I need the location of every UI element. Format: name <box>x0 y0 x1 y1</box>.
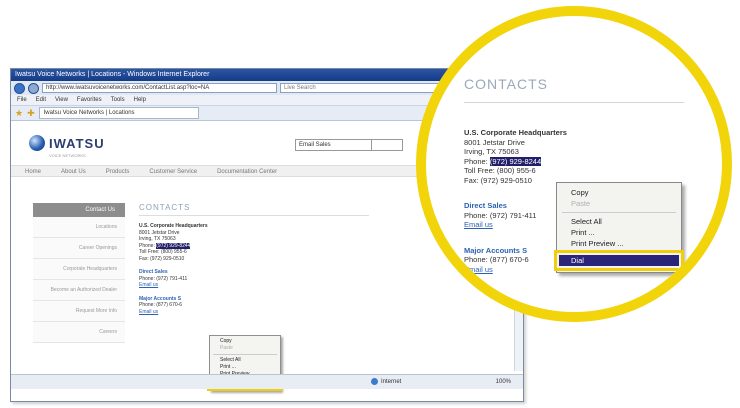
selected-phone-number[interactable]: (972) 929-8244 <box>156 242 191 249</box>
menu-favorites[interactable]: Favorites <box>77 95 102 105</box>
header-search-field[interactable] <box>371 139 403 151</box>
menu-edit[interactable]: Edit <box>36 95 46 105</box>
browser-tab[interactable]: Iwatsu Voice Networks | Locations <box>38 107 199 119</box>
magnified-tollfree: Toll Free: (800) 955-6 <box>464 166 536 175</box>
zoom-level[interactable]: 100% <box>496 375 511 389</box>
magnifier-circle: CONTACTS U.S. Corporate Headquarters 800… <box>416 6 732 322</box>
menu-file[interactable]: File <box>17 95 27 105</box>
zone-label: Internet <box>381 379 402 385</box>
menu-item-paste[interactable]: Paste <box>210 345 280 352</box>
magnified-hq-address1: 8001 Jetstar Drive <box>464 137 525 147</box>
nav-home[interactable]: Home <box>25 166 41 176</box>
menu-item-select-all[interactable]: Select All <box>210 357 280 364</box>
magnified-direct-sales[interactable]: Direct Sales <box>464 201 567 211</box>
sidebar-item-corporate-hq[interactable]: Corporate Headquarters <box>33 259 125 280</box>
menu-item-print[interactable]: Print ... <box>210 364 280 371</box>
magnified-contact-block: U.S. Corporate Headquarters 8001 Jetstar… <box>464 128 567 274</box>
forward-arrow-icon[interactable] <box>28 82 39 94</box>
magnified-menu-print-preview[interactable]: Print Preview ... <box>557 238 681 249</box>
magnified-major-phone: Phone: (877) 670-6 <box>464 255 529 264</box>
menu-item-copy[interactable]: Copy <box>210 338 280 345</box>
magnified-direct-email[interactable]: Email us <box>464 220 567 230</box>
magnified-hq-phone: Phone: (972) 929-8244 <box>464 156 567 167</box>
nav-customer-service[interactable]: Customer Service <box>149 166 197 176</box>
security-zone: Internet <box>371 375 401 389</box>
contacts-section: CONTACTS U.S. Corporate Headquarters 800… <box>139 203 379 315</box>
magnified-menu-divider <box>562 212 676 213</box>
nav-products[interactable]: Products <box>106 166 130 176</box>
phone-label: Phone: <box>139 242 157 249</box>
add-favorite-icon[interactable]: ✚ <box>27 108 35 118</box>
favorites-star-icon[interactable]: ★ <box>15 108 23 118</box>
magnified-major-email[interactable]: Email us <box>464 265 567 275</box>
magnified-page-title: CONTACTS <box>464 76 548 92</box>
menu-help[interactable]: Help <box>134 95 146 105</box>
status-bar: Internet 100% <box>11 374 523 389</box>
menu-divider <box>213 354 277 355</box>
magnified-menu-paste[interactable]: Paste <box>557 198 681 209</box>
magnified-selected-phone[interactable]: (972) 929-8244 <box>489 156 542 166</box>
sidebar-item-request-info[interactable]: Request More Info <box>33 301 125 322</box>
magnified-hq-name: U.S. Corporate Headquarters <box>464 128 567 137</box>
globe-logo-icon <box>29 135 45 151</box>
nav-documentation[interactable]: Documentation Center <box>217 166 277 176</box>
magnified-divider <box>464 102 684 103</box>
email-sales-select[interactable]: Email Sales <box>295 139 372 151</box>
magnified-menu-select-all[interactable]: Select All <box>557 216 681 227</box>
magnified-menu-print[interactable]: Print ... <box>557 227 681 238</box>
sidebar-item-become-dealer[interactable]: Become an Authorized Dealer <box>33 280 125 301</box>
magnified-fax: Fax: (972) 929-0510 <box>464 175 532 185</box>
back-arrow-icon[interactable] <box>14 82 25 94</box>
url-input[interactable]: http://www.iwatsuvoicenetworks.com/Conta… <box>42 83 277 93</box>
menu-view[interactable]: View <box>55 95 68 105</box>
logo-text: IWATSU <box>49 135 105 151</box>
internet-zone-icon <box>371 377 378 385</box>
magnified-major-accounts[interactable]: Major Accounts S <box>464 246 567 256</box>
magnified-context-menu: Copy Paste Select All Print ... Print Pr… <box>554 182 684 273</box>
site-logo[interactable]: IWATSU <box>29 135 105 151</box>
nav-about[interactable]: About Us <box>61 166 86 176</box>
magnified-direct-phone: Phone: (972) 791-411 <box>464 210 537 220</box>
sidebar-item-career-openings[interactable]: Career Openings <box>33 238 125 259</box>
magnified-menu-copy[interactable]: Copy <box>557 187 681 198</box>
magnified-menu-dial[interactable]: Dial <box>554 250 684 271</box>
menu-tools[interactable]: Tools <box>111 95 125 105</box>
sidebar-header[interactable]: Contact Us <box>33 203 125 217</box>
sidebar: Contact Us Locations Career Openings Cor… <box>33 203 125 343</box>
page-title: CONTACTS <box>139 203 369 216</box>
sidebar-item-careers[interactable]: Careers <box>33 322 125 343</box>
sidebar-item-locations[interactable]: Locations <box>33 217 125 238</box>
logo-tagline: VOICE NETWORKS <box>49 153 86 158</box>
magnified-phone-label: Phone: <box>464 156 490 166</box>
magnified-hq-address2: Irving, TX 75063 <box>464 147 519 156</box>
major-accounts-email-link[interactable]: Email us <box>139 309 379 316</box>
